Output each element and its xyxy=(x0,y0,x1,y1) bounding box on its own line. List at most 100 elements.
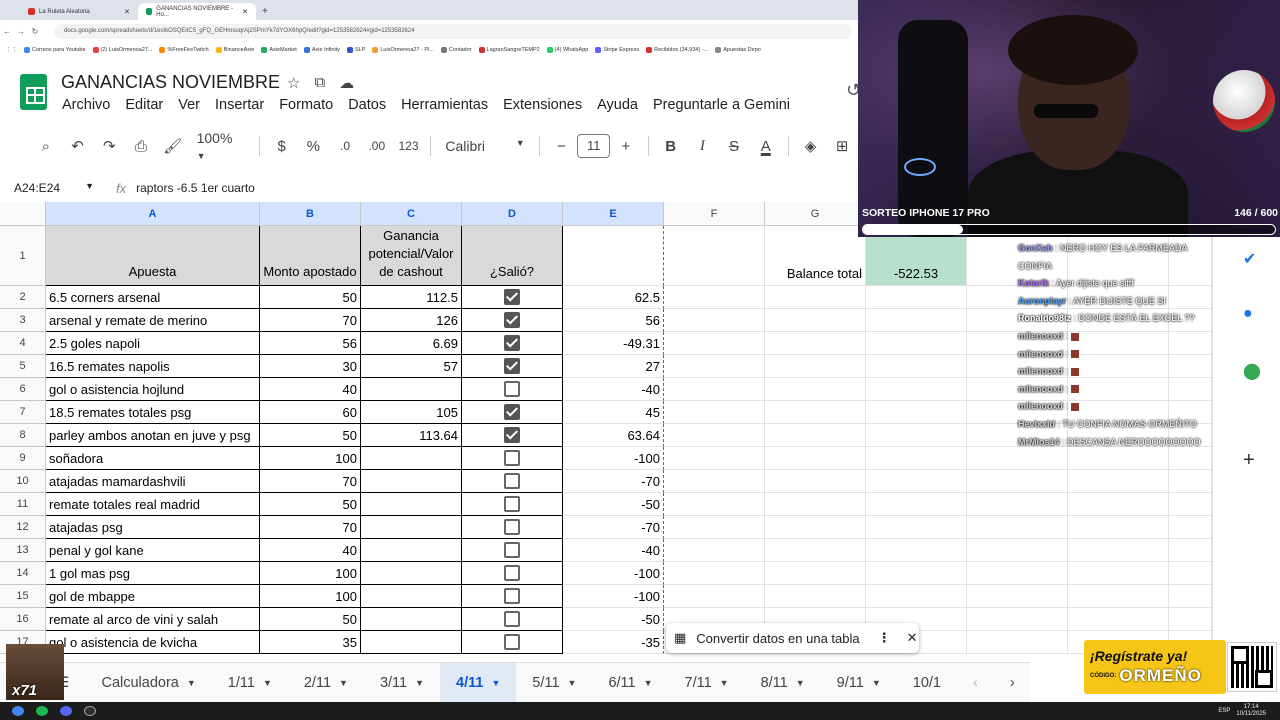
checkbox-unchecked[interactable] xyxy=(503,565,520,581)
cell-c[interactable]: 105 xyxy=(361,401,462,424)
sheet-tab-7-11[interactable]: 7/11 ▼ xyxy=(669,663,745,703)
text-color-icon[interactable]: A xyxy=(750,138,782,155)
checkbox-checked[interactable] xyxy=(503,404,520,420)
empty-cell[interactable] xyxy=(866,286,967,309)
row-header[interactable]: 3 xyxy=(0,309,46,332)
empty-cell[interactable] xyxy=(866,585,967,608)
cell-d[interactable] xyxy=(462,493,563,516)
cell-c[interactable]: 113.64 xyxy=(361,424,462,447)
cell-b[interactable]: 100 xyxy=(260,562,361,585)
cell-e[interactable]: -35 xyxy=(563,631,664,654)
empty-cell[interactable] xyxy=(664,355,765,378)
contacts-icon[interactable]: ● xyxy=(1243,305,1253,323)
cell-d[interactable] xyxy=(462,539,563,562)
checkbox-unchecked[interactable] xyxy=(503,542,520,558)
cell-e[interactable]: 45 xyxy=(563,401,664,424)
cell-a[interactable]: parley ambos anotan en juve y psg xyxy=(46,424,260,447)
search-icon[interactable]: ⌕ xyxy=(30,138,62,155)
sheet-tab-9-11[interactable]: 9/11 ▼ xyxy=(821,663,897,703)
row-header[interactable]: 14 xyxy=(0,562,46,585)
menu-item-ayuda[interactable]: Ayuda xyxy=(597,97,638,113)
url-field[interactable]: docs.google.com/spreadsheets/d/1esIkOSQE… xyxy=(54,23,852,39)
tasks-icon[interactable]: ✔ xyxy=(1243,249,1256,269)
empty-cell[interactable] xyxy=(967,585,1068,608)
empty-cell[interactable] xyxy=(967,493,1068,516)
row-header[interactable]: 7 xyxy=(0,401,46,424)
row-header[interactable]: 5 xyxy=(0,355,46,378)
empty-cell[interactable] xyxy=(664,539,765,562)
chrome-icon[interactable] xyxy=(12,706,24,716)
cell-a[interactable]: gol o asistencia de kvicha xyxy=(46,631,260,654)
bookmark-item[interactable]: Axie Infinity xyxy=(303,47,340,53)
back-icon[interactable]: ← xyxy=(0,27,14,36)
cell-a[interactable]: remate al arco de vini y salah xyxy=(46,608,260,631)
cell-e[interactable]: 63.64 xyxy=(563,424,664,447)
cell-a[interactable]: penal y gol kane xyxy=(46,539,260,562)
font-select[interactable]: Calibri ▼ xyxy=(437,138,532,154)
column-header-b[interactable]: B xyxy=(260,202,361,226)
cell-d[interactable] xyxy=(462,309,563,332)
empty-cell[interactable] xyxy=(664,562,765,585)
add-addon-icon[interactable]: + xyxy=(1243,449,1255,472)
menu-item-datos[interactable]: Datos xyxy=(348,97,386,113)
menu-item-insertar[interactable]: Insertar xyxy=(215,97,264,113)
empty-cell[interactable] xyxy=(765,447,866,470)
cell-d[interactable] xyxy=(462,401,563,424)
cell-d[interactable] xyxy=(462,424,563,447)
empty-cell[interactable] xyxy=(664,493,765,516)
sheet-tab-8-11[interactable]: 8/11 ▼ xyxy=(745,663,821,703)
cell-d[interactable] xyxy=(462,286,563,309)
toast-text[interactable]: Convertir datos en una tabla xyxy=(696,631,859,646)
obs-icon[interactable] xyxy=(84,706,96,716)
empty-cell[interactable] xyxy=(1068,470,1169,493)
empty-cell[interactable] xyxy=(765,516,866,539)
bookmark-item[interactable]: Stripe Express xyxy=(595,47,639,53)
sheet-tab-3-11[interactable]: 3/11 ▼ xyxy=(364,663,440,703)
checkbox-unchecked[interactable] xyxy=(503,496,520,512)
bookmark-item[interactable]: %FreeFireTwitch xyxy=(159,47,209,53)
column-header-f[interactable]: F xyxy=(664,202,765,226)
print-icon[interactable]: ⎙ xyxy=(125,138,157,155)
column-header-e[interactable]: E xyxy=(563,202,664,226)
cell-a[interactable]: 6.5 corners arsenal xyxy=(46,286,260,309)
bookmark-item[interactable]: Correos para Youtube xyxy=(24,47,86,53)
menu-item-archivo[interactable]: Archivo xyxy=(62,97,110,113)
menu-item-extensiones[interactable]: Extensiones xyxy=(503,97,582,113)
bookmark-item[interactable]: LagranSangreTEMP2 xyxy=(478,47,540,53)
cell-c[interactable] xyxy=(361,447,462,470)
menu-item-editar[interactable]: Editar xyxy=(125,97,163,113)
menu-item-formato[interactable]: Formato xyxy=(279,97,333,113)
cell-a[interactable]: atajadas mamardashvili xyxy=(46,470,260,493)
close-tab-icon[interactable]: ✕ xyxy=(124,8,130,16)
empty-cell[interactable] xyxy=(765,355,866,378)
empty-cell[interactable] xyxy=(1068,493,1169,516)
empty-cell[interactable] xyxy=(866,378,967,401)
empty-cell[interactable] xyxy=(967,470,1068,493)
bookmark-item[interactable]: AxieMarket xyxy=(261,47,297,53)
discord-icon[interactable] xyxy=(60,706,72,716)
cell-d[interactable] xyxy=(462,631,563,654)
checkbox-unchecked[interactable] xyxy=(503,588,520,604)
more-formats-button[interactable]: 123 xyxy=(393,139,425,153)
decrease-decimal-button[interactable]: .0 xyxy=(329,139,361,153)
cell-e[interactable]: -50 xyxy=(563,493,664,516)
cell-a[interactable]: 16.5 remates napolis xyxy=(46,355,260,378)
column-header-c[interactable]: C xyxy=(361,202,462,226)
cell-a[interactable]: remate totales real madrid xyxy=(46,493,260,516)
font-size-field[interactable]: 11 xyxy=(577,134,611,158)
cell-e[interactable]: 27 xyxy=(563,355,664,378)
scroll-right-icon[interactable]: › xyxy=(994,663,1031,703)
redo-icon[interactable]: ↷ xyxy=(93,137,125,155)
empty-cell[interactable] xyxy=(866,562,967,585)
row-header[interactable]: 9 xyxy=(0,447,46,470)
empty-cell[interactable] xyxy=(765,309,866,332)
cell-a[interactable]: gol o asistencia hojlund xyxy=(46,378,260,401)
empty-cell[interactable] xyxy=(765,378,866,401)
cell-d[interactable] xyxy=(462,585,563,608)
empty-cell[interactable] xyxy=(664,378,765,401)
empty-cell[interactable] xyxy=(664,309,765,332)
checkbox-unchecked[interactable] xyxy=(503,611,520,627)
cell-c[interactable]: 57 xyxy=(361,355,462,378)
empty-cell[interactable] xyxy=(866,493,967,516)
strikethrough-icon[interactable]: S xyxy=(718,138,750,155)
